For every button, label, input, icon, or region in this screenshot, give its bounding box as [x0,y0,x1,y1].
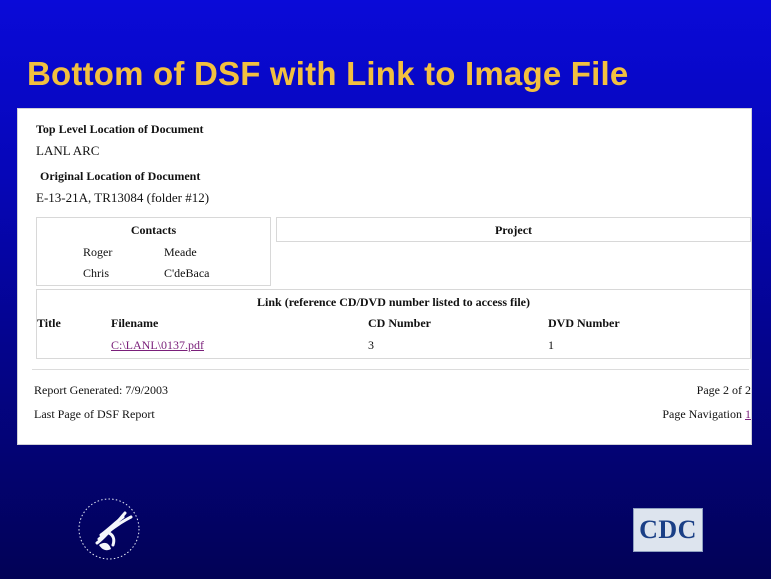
page-navigation-label: Page Navigation [662,407,742,421]
contacts-table: Contacts Roger Meade Chris C'deBaca [36,217,271,286]
link-section: Link (reference CD/DVD number listed to … [36,289,751,359]
original-location-value: E-13-21A, TR13084 (folder #12) [36,190,210,205]
row-dvd-number: 1 [548,338,554,352]
row-cd-number: 3 [368,338,374,352]
original-location-label: Original Location of Document [40,169,201,183]
contact-last-name: C'deBaca [164,266,210,280]
dsf-report-panel: Top Level Location of Document LANL ARC … [17,108,752,445]
hhs-eagle-logo [78,498,140,560]
top-location-value: LANL ARC [36,143,100,158]
page-of: Page 2 of 2 [696,383,751,397]
link-section-header: Link (reference CD/DVD number listed to … [257,295,530,309]
project-table: Project [276,217,751,242]
col-cd-header: CD Number [368,316,431,330]
page-navigation: Page Navigation 1 [662,407,751,422]
footer-divider [32,369,749,370]
project-header: Project [494,223,533,237]
cdc-logo-text: CDC [639,515,697,544]
contacts-header: Contacts [130,223,177,237]
contact-last-name: Meade [164,245,197,259]
top-location-label: Top Level Location of Document [36,122,204,136]
last-page-label: Last Page of DSF Report [34,407,155,421]
image-file-link[interactable]: C:\LANL\0137.pdf [111,338,204,353]
slide-title: Bottom of DSF with Link to Image File [27,55,629,92]
col-dvd-header: DVD Number [548,316,620,330]
contact-first-name: Roger [83,245,113,259]
cdc-logo: CDC [633,508,703,552]
contact-first-name: Chris [83,266,110,280]
col-filename-header: Filename [111,316,159,330]
page-nav-link-1[interactable]: 1 [745,407,751,421]
col-title-header: Title [37,316,61,330]
report-generated: Report Generated: 7/9/2003 [34,383,168,397]
